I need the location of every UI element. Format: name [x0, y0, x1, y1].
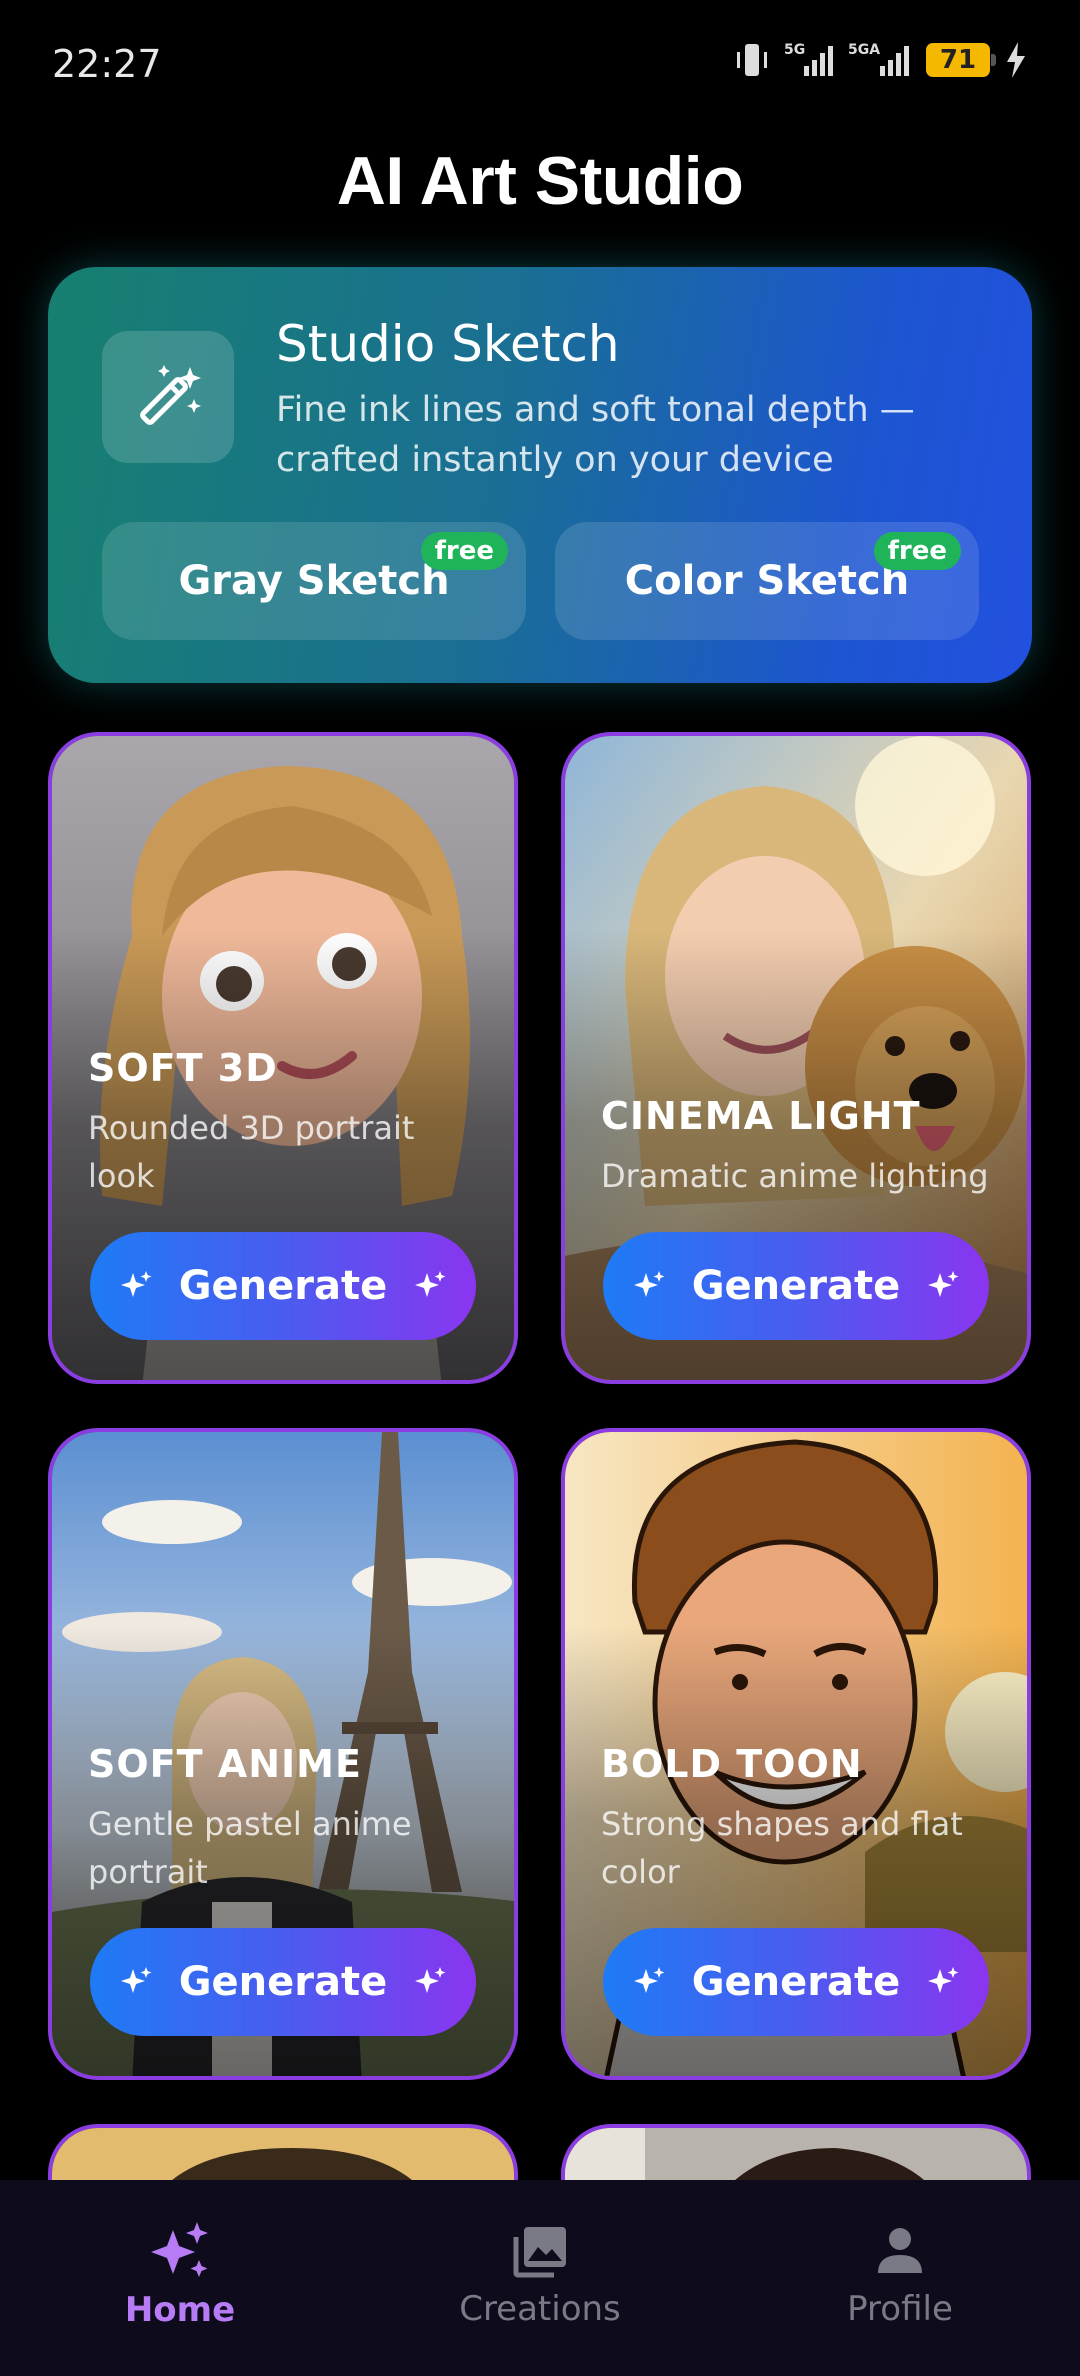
free-badge: free [873, 532, 961, 570]
banner-title: Studio Sketch [276, 315, 620, 373]
battery-icon: 71 [926, 43, 996, 77]
free-badge: free [420, 532, 508, 570]
sparkles-icon [151, 2222, 208, 2277]
banner-subtitle: Fine ink lines and soft tonal depth — cr… [276, 390, 915, 480]
card-title: SOFT ANIME [88, 1742, 362, 1786]
generate-button[interactable]: Generate [90, 1928, 476, 2036]
status-time: 22:27 [52, 42, 162, 86]
status-icons: 5G 5GA 71 [734, 40, 1028, 80]
nav-profile-label: Profile [847, 2289, 953, 2329]
generate-button[interactable]: Generate [90, 1232, 476, 1340]
bottom-nav: Home Creations Profile [0, 2180, 1080, 2376]
generate-label: Generate [178, 1263, 388, 1309]
style-card-bold-toon[interactable]: BOLD TOON Strong shapes and flat color G… [561, 1428, 1031, 2080]
status-bar: 22:27 5G 5GA 71 [0, 0, 1080, 130]
net1-label: 5G [784, 42, 805, 58]
sparkle-icon [120, 1967, 152, 1993]
card-desc: Rounded 3D portrait look [88, 1109, 415, 1195]
card-title: SOFT 3D [88, 1046, 278, 1090]
generate-label: Generate [691, 1263, 901, 1309]
page-title: AI Art Studio [336, 143, 744, 219]
net2-label: 5GA [848, 42, 880, 58]
vibrate-icon [737, 44, 767, 76]
style-card-soft-3d[interactable]: SOFT 3D Rounded 3D portrait look Generat… [48, 732, 518, 1384]
color-sketch-label: Color Sketch [624, 558, 910, 604]
generate-label: Generate [178, 1959, 388, 2005]
gallery-icon [513, 2227, 566, 2278]
sparkle-icon [928, 1271, 959, 1297]
style-card-cinema-light[interactable]: CINEMA LIGHT Dramatic anime lighting Gen… [561, 732, 1031, 1384]
card-desc: Dramatic anime lighting [601, 1157, 989, 1195]
sparkle-icon [633, 1271, 665, 1297]
nav-creations-label: Creations [459, 2289, 621, 2329]
generate-label: Generate [691, 1959, 901, 2005]
style-card-soft-anime[interactable]: SOFT ANIME Gentle pastel anime portrait … [48, 1428, 518, 2080]
magic-wand-icon [102, 331, 234, 463]
generate-button[interactable]: Generate [603, 1928, 989, 2036]
sparkle-icon [633, 1967, 665, 1993]
gray-sketch-button[interactable]: Gray Sketch free [102, 522, 526, 640]
gray-sketch-label: Gray Sketch [178, 558, 450, 604]
sparkle-icon [120, 1271, 152, 1297]
generate-button[interactable]: Generate [603, 1232, 989, 1340]
nav-creations[interactable]: Creations [360, 2180, 720, 2376]
studio-sketch-banner: Studio Sketch Fine ink lines and soft to… [48, 267, 1032, 683]
nav-home[interactable]: Home [0, 2180, 360, 2376]
card-desc: Strong shapes and flat color [601, 1805, 963, 1891]
card-desc: Gentle pastel anime portrait [88, 1805, 412, 1891]
signal-5g-icon: 5G [784, 42, 833, 76]
battery-level: 71 [939, 45, 977, 75]
sparkle-icon [415, 1967, 446, 1993]
sparkle-icon [928, 1967, 959, 1993]
sparkle-icon [415, 1271, 446, 1297]
card-title: CINEMA LIGHT [601, 1094, 921, 1138]
color-sketch-button[interactable]: Color Sketch free [555, 522, 979, 640]
person-icon [878, 2228, 922, 2273]
card-title: BOLD TOON [601, 1742, 863, 1786]
signal-5ga-icon: 5GA [848, 42, 909, 76]
nav-home-label: Home [124, 2290, 236, 2330]
nav-profile[interactable]: Profile [720, 2180, 1080, 2376]
charging-icon [1007, 42, 1025, 78]
